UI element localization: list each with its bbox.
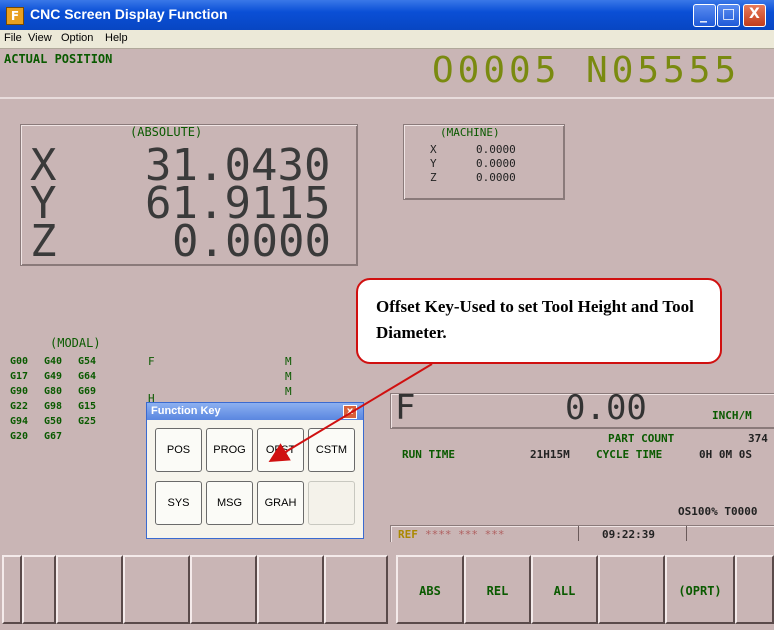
menu-view[interactable]: View xyxy=(28,32,52,44)
part-count-label: PART COUNT xyxy=(608,432,675,445)
modal-title: (MODAL) xyxy=(50,336,101,350)
prog-button[interactable]: PROG xyxy=(206,428,253,472)
gcode: G15 xyxy=(78,401,97,412)
gcode: G80 xyxy=(44,386,63,397)
modal-m-label: M xyxy=(285,385,292,398)
softkey[interactable] xyxy=(123,555,190,624)
gcode: G64 xyxy=(78,371,97,382)
menu-option[interactable]: Option xyxy=(61,32,93,44)
function-key-title: Function Key xyxy=(151,405,221,417)
softkey-rel[interactable]: REL xyxy=(464,555,531,624)
absolute-title: (ABSOLUTE) xyxy=(130,125,203,139)
gcode: G22 xyxy=(10,401,29,412)
gcode: G25 xyxy=(78,416,97,427)
modal-f-label: F xyxy=(148,355,155,368)
callout-box: Offset Key-Used to set Tool Height and T… xyxy=(356,278,722,364)
section-title: ACTUAL POSITION xyxy=(4,52,113,66)
minimize-button[interactable]: _ xyxy=(693,4,716,27)
app-icon: F xyxy=(6,7,24,25)
abs-axis-z-value: 0.0000 xyxy=(172,216,331,267)
machine-title: (MACHINE) xyxy=(440,126,500,139)
function-key-window: Function Key x POS PROG OFST CSTM SYS MS… xyxy=(146,402,364,539)
cycle-time-label: CYCLE TIME xyxy=(596,448,663,461)
sys-button[interactable]: SYS xyxy=(155,481,202,525)
part-count-value: 374 xyxy=(748,432,768,445)
program-number: O0005 N05555 xyxy=(432,50,741,91)
modal-m-label: M xyxy=(285,355,292,368)
separator xyxy=(686,526,687,541)
softkey[interactable] xyxy=(56,555,123,624)
clock: 09:22:39 xyxy=(602,528,655,541)
gcode: G90 xyxy=(10,386,29,397)
override-status: OS100% T0000 xyxy=(678,505,758,518)
feed-unit: INCH/M xyxy=(712,409,752,422)
grah-button[interactable]: GRAH xyxy=(257,481,304,525)
gcode: G50 xyxy=(44,416,63,427)
gcode: G49 xyxy=(44,371,63,382)
menu-help[interactable]: Help xyxy=(105,32,128,44)
msg-button[interactable]: MSG xyxy=(206,481,253,525)
title-bar: F CNC Screen Display Function _ □ X xyxy=(0,0,774,30)
gcode: G54 xyxy=(78,356,97,367)
pos-button[interactable]: POS xyxy=(155,428,202,472)
run-time-value: 21H15M xyxy=(530,448,570,461)
separator xyxy=(578,526,579,541)
softkey[interactable] xyxy=(324,555,388,624)
ofst-button[interactable]: OFST xyxy=(257,428,304,472)
window-title: CNC Screen Display Function xyxy=(30,6,228,22)
menu-bar: File View Option Help xyxy=(0,30,774,49)
mach-axis-x-label: X xyxy=(430,143,437,156)
softkey[interactable] xyxy=(190,555,257,624)
mach-axis-z-label: Z xyxy=(430,171,437,184)
softkey-abs[interactable]: ABS xyxy=(396,555,464,624)
cstm-button[interactable]: CSTM xyxy=(308,428,355,472)
mode-status: REF xyxy=(398,528,418,541)
abs-axis-z-label: Z xyxy=(30,216,57,267)
mach-axis-x-value: 0.0000 xyxy=(476,143,516,156)
mach-axis-z-value: 0.0000 xyxy=(476,171,516,184)
maximize-button[interactable]: □ xyxy=(717,4,740,27)
softkey[interactable] xyxy=(735,555,774,624)
softkey-oprt[interactable]: (OPRT) xyxy=(665,555,735,624)
gcode: G98 xyxy=(44,401,63,412)
function-key-title-bar[interactable]: Function Key x xyxy=(147,403,363,420)
status-stars: **** *** *** xyxy=(425,528,505,541)
gcode: G40 xyxy=(44,356,63,367)
mach-axis-y-value: 0.0000 xyxy=(476,157,516,170)
close-icon[interactable]: x xyxy=(343,405,357,419)
gcode: G69 xyxy=(78,386,97,397)
gcode: G67 xyxy=(44,431,63,442)
close-button[interactable]: X xyxy=(743,4,766,27)
modal-m-label: M xyxy=(285,370,292,383)
softkey-all[interactable]: ALL xyxy=(531,555,598,624)
softkey[interactable] xyxy=(22,555,56,624)
callout-text: Offset Key-Used to set Tool Height and T… xyxy=(376,297,694,342)
softkey[interactable] xyxy=(2,555,22,624)
gcode: G00 xyxy=(10,356,29,367)
run-time-label: RUN TIME xyxy=(402,448,455,461)
cycle-time-value: 0H 0M 0S xyxy=(699,448,752,461)
feed-label: F xyxy=(395,388,416,428)
gcode: G17 xyxy=(10,371,29,382)
gcode: G94 xyxy=(10,416,29,427)
mach-axis-y-label: Y xyxy=(430,157,437,170)
softkey[interactable] xyxy=(257,555,324,624)
gcode: G20 xyxy=(10,431,29,442)
feed-value: 0.00 xyxy=(565,388,647,428)
divider xyxy=(0,97,774,99)
empty-button xyxy=(308,481,355,525)
softkey[interactable] xyxy=(598,555,665,624)
menu-file[interactable]: File xyxy=(4,32,22,44)
